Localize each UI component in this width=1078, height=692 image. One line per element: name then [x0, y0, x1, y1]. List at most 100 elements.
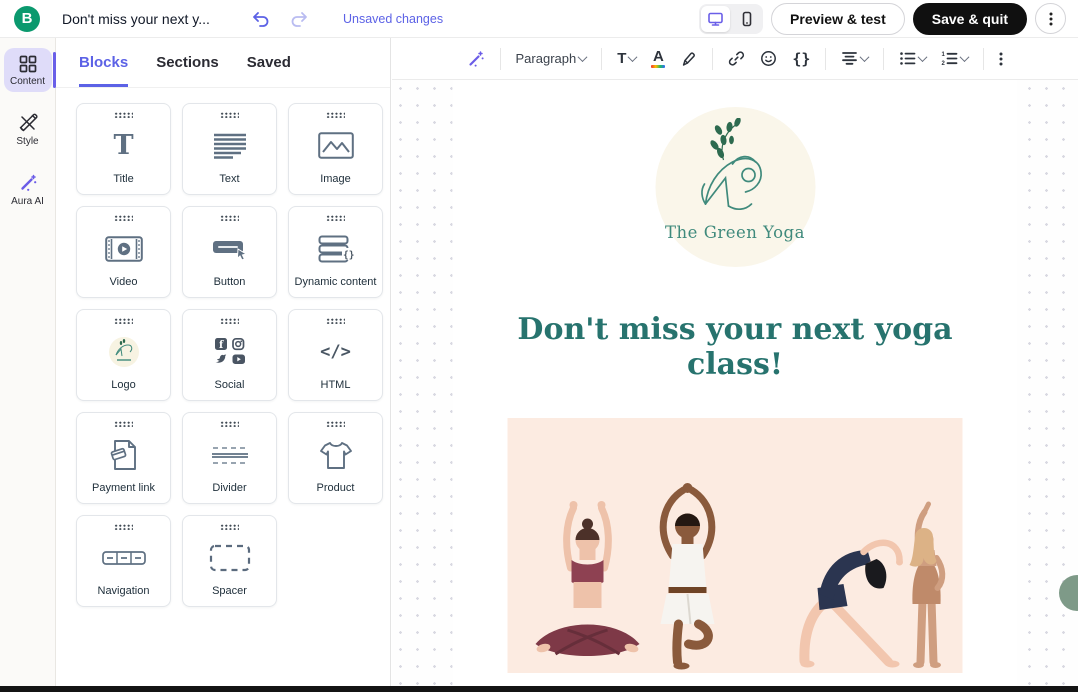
block-card-html[interactable]: </> HTML — [288, 309, 383, 401]
device-preview-toggle — [699, 4, 763, 34]
paragraph-style-dropdown[interactable]: Paragraph — [509, 46, 594, 71]
svg-text:f: f — [219, 340, 224, 351]
save-quit-button[interactable]: Save & quit — [913, 3, 1027, 35]
block-card-dynamic-content[interactable]: {} Dynamic content — [288, 206, 383, 298]
toolbar-more-button[interactable] — [992, 46, 1010, 72]
editor-canvas: Paragraph T A — [392, 38, 1078, 692]
svg-text:2: 2 — [942, 61, 946, 66]
email-illustration-block[interactable] — [508, 418, 963, 673]
bullet-list-dropdown[interactable] — [892, 46, 933, 71]
text-toolbar: Paragraph T A — [392, 38, 1078, 80]
chevron-down-icon — [960, 52, 970, 62]
html-block-icon: </> — [320, 342, 351, 362]
undo-icon — [251, 11, 270, 27]
block-label: HTML — [321, 379, 351, 391]
text-color-icon: A — [651, 49, 665, 68]
block-card-image[interactable]: Image — [288, 103, 383, 195]
chevron-down-icon — [918, 52, 928, 62]
window-bottom-edge — [0, 686, 1078, 692]
personalization-button[interactable]: {} — [785, 45, 817, 73]
ai-assist-button[interactable] — [460, 45, 492, 73]
kebab-icon — [1049, 11, 1053, 27]
block-label: Title — [113, 173, 133, 185]
chevron-down-icon — [578, 52, 588, 62]
desktop-view-button[interactable] — [701, 6, 730, 32]
block-card-title[interactable]: T Title — [76, 103, 171, 195]
toolbar-divider — [601, 48, 602, 70]
brevo-logo: B — [14, 6, 40, 32]
block-card-product[interactable]: Product — [288, 412, 383, 504]
block-card-divider[interactable]: Divider — [182, 412, 277, 504]
block-card-logo[interactable]: Logo — [76, 309, 171, 401]
block-card-payment-link[interactable]: Payment link — [76, 412, 171, 504]
brand-name: The Green Yoga — [665, 223, 805, 242]
emoji-icon — [760, 50, 777, 67]
block-card-button[interactable]: Button — [182, 206, 277, 298]
rail-item-style[interactable]: Style — [4, 106, 52, 152]
email-heading[interactable]: Don't miss your next yoga class! — [475, 312, 995, 382]
mobile-view-button[interactable] — [732, 6, 761, 32]
preview-test-button[interactable]: Preview & test — [771, 3, 905, 35]
style-pen-ruler-icon — [18, 113, 38, 133]
block-label: Spacer — [212, 585, 247, 597]
blocks-panel: Blocks Sections Saved T Title Text — [56, 38, 391, 692]
canvas-work-area: The Green Yoga Don't miss your next yoga… — [392, 80, 1078, 692]
numbered-list-icon: 1 2 — [941, 51, 958, 66]
rail-label-aura-ai: Aura AI — [11, 196, 44, 207]
social-block-icon: f — [213, 337, 247, 367]
dynamic-content-block-icon: {} — [318, 235, 354, 263]
rail-item-aura-ai[interactable]: Aura AI — [4, 166, 52, 212]
align-center-icon — [841, 51, 858, 66]
toolbar-divider — [712, 48, 713, 70]
highlighter-icon — [680, 50, 697, 67]
font-size-dropdown[interactable]: T — [610, 45, 643, 72]
redo-icon — [290, 11, 309, 27]
block-card-social[interactable]: f Social — [182, 309, 277, 401]
redo-button[interactable] — [284, 7, 315, 31]
block-label: Text — [219, 173, 239, 185]
yoga-poses-illustration — [508, 418, 963, 673]
emoji-button[interactable] — [753, 45, 784, 72]
block-card-grid: T Title Text Image — [56, 88, 390, 607]
block-card-navigation[interactable]: Navigation — [76, 515, 171, 607]
personalization-icon: {} — [792, 50, 810, 68]
mobile-icon — [740, 11, 754, 27]
logo-block-icon — [108, 336, 140, 368]
desktop-icon — [707, 11, 724, 27]
kebab-icon — [999, 51, 1003, 67]
alignment-dropdown[interactable] — [834, 46, 875, 71]
top-bar: B Don't miss your next y... Unsaved chan… — [0, 0, 1078, 38]
email-sheet[interactable]: The Green Yoga Don't miss your next yoga… — [453, 80, 1018, 692]
highlight-button[interactable] — [673, 45, 704, 72]
block-card-text[interactable]: Text — [182, 103, 277, 195]
navigation-block-icon — [102, 550, 146, 566]
toolbar-divider — [500, 48, 501, 70]
undo-button[interactable] — [245, 7, 276, 31]
block-label: Logo — [111, 379, 135, 391]
text-block-icon — [213, 133, 247, 159]
yoga-figure-line-art — [685, 118, 785, 222]
numbered-list-dropdown[interactable]: 1 2 — [934, 46, 975, 71]
email-logo-block[interactable]: The Green Yoga — [655, 107, 815, 267]
block-card-spacer[interactable]: Spacer — [182, 515, 277, 607]
rail-item-content[interactable]: Content — [4, 48, 52, 92]
aura-ai-wand-icon — [18, 173, 38, 193]
block-label: Video — [110, 276, 138, 288]
tab-saved[interactable]: Saved — [247, 54, 291, 87]
font-size-icon: T — [617, 50, 626, 67]
block-label: Navigation — [98, 585, 150, 597]
content-grid-icon — [19, 55, 37, 73]
rail-label-content: Content — [10, 76, 45, 87]
text-color-button[interactable]: A — [644, 44, 672, 73]
campaign-title[interactable]: Don't miss your next y... — [62, 11, 237, 27]
magic-wand-icon — [467, 50, 485, 68]
tab-sections[interactable]: Sections — [156, 54, 219, 87]
chevron-down-icon — [628, 52, 638, 62]
block-label: Image — [320, 173, 351, 185]
tab-blocks[interactable]: Blocks — [79, 54, 128, 87]
block-label: Button — [214, 276, 246, 288]
more-options-button[interactable] — [1035, 3, 1066, 34]
block-card-video[interactable]: Video — [76, 206, 171, 298]
link-button[interactable] — [721, 45, 752, 72]
bullet-list-icon — [899, 51, 916, 66]
